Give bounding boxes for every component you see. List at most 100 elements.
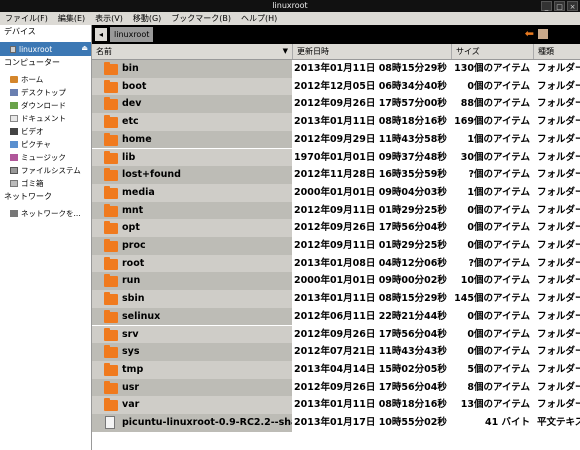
file-row[interactable]: lost+found 2012年11月28日 16時35分59秒 ?個のアイテム フォ… [92, 166, 580, 184]
path-scroll-left-button[interactable]: ◂ [95, 28, 107, 41]
file-name-cell[interactable]: picuntu-linuxroot-0.9-RC2.2--sha [92, 414, 292, 432]
file-type: フォルダー [537, 204, 580, 216]
menu-help[interactable]: ヘルプ(H) [236, 13, 282, 24]
file-name-cell[interactable]: opt [92, 219, 292, 237]
file-row[interactable]: mnt 2012年09月11日 01時29分25秒 0個のアイテム フォルダー [92, 201, 580, 220]
sidebar-item-videos[interactable]: ビデオ [0, 125, 91, 138]
filesystem-icon [10, 167, 18, 174]
file-name-cell[interactable]: tmp [92, 360, 292, 379]
file-name-cell[interactable]: dev [92, 95, 292, 114]
sidebar-item-network[interactable]: ネットワークを... [0, 207, 91, 220]
file-row[interactable]: picuntu-linuxroot-0.9-RC2.2--sha 2013年01月… [92, 414, 580, 432]
file-row[interactable]: sbin 2013年01月11日 08時15分29秒 145個のアイテム フォルダー [92, 290, 580, 308]
file-name-cell[interactable]: usr [92, 378, 292, 397]
file-row[interactable]: var 2013年01月11日 08時18分16秒 13個のアイテム フォルダー [92, 396, 580, 414]
sidebar-item-linuxroot[interactable]: linuxroot ⏏ [0, 42, 91, 56]
file-row[interactable]: run 2000年01月01日 09時00分02秒 10個のアイテム フォルダー [92, 272, 580, 291]
file-row[interactable]: lib 1970年01月01日 09時37分48秒 30個のアイテム フォルダー [92, 148, 580, 167]
sidebar-item-desktop[interactable]: デスクトップ [0, 86, 91, 99]
file-size: 0個のアイテム [467, 346, 530, 358]
file-date: 2012年09月26日 17時56分04秒 [294, 328, 447, 340]
file-row[interactable]: opt 2012年09月26日 17時56分04秒 0個のアイテム フォルダー [92, 219, 580, 237]
file-row[interactable]: home 2012年09月29日 11時43分58秒 1個のアイテム フォルダー [92, 130, 580, 149]
folder-icon [104, 203, 118, 217]
file-row[interactable]: root 2013年01月08日 04時12分06秒 ?個のアイテム フォルダー [92, 254, 580, 273]
sidebar-item-documents[interactable]: ドキュメント [0, 112, 91, 125]
file-row[interactable]: bin 2013年01月11日 08時15分29秒 130個のアイテム フォルダー [92, 60, 580, 78]
file-name: opt [122, 222, 140, 234]
menu-bookmarks[interactable]: ブックマーク(B) [166, 13, 236, 24]
file-size: 0個のアイテム [467, 310, 530, 322]
file-type: フォルダー [537, 346, 580, 358]
file-name-cell[interactable]: sys [92, 343, 292, 361]
file-name-cell[interactable]: home [92, 130, 292, 149]
file-row[interactable]: sys 2012年07月21日 11時43分43秒 0個のアイテム フォルダー [92, 343, 580, 361]
sidebar-item-filesystem[interactable]: ファイルシステム [0, 164, 91, 177]
file-name-cell[interactable]: var [92, 396, 292, 414]
path-button-linuxroot[interactable]: linuxroot [110, 27, 154, 42]
file-date: 2012年09月26日 17時56分04秒 [294, 381, 447, 393]
column-name[interactable]: 名前 ▼ [92, 44, 293, 59]
file-name-cell[interactable]: lost+found [92, 166, 292, 184]
file-date: 2012年09月26日 17時57分00秒 [294, 98, 447, 110]
file-name-cell[interactable]: etc [92, 113, 292, 131]
network-heading: ネットワーク [4, 192, 52, 201]
file-row[interactable]: dev 2012年09月26日 17時57分00秒 88個のアイテム フォルダー [92, 95, 580, 114]
minimize-button[interactable]: _ [541, 1, 552, 11]
close-button[interactable]: × [567, 1, 578, 11]
folder-icon [104, 239, 118, 252]
column-type[interactable]: 種類 [534, 44, 580, 59]
sidebar-item-downloads[interactable]: ダウンロード [0, 99, 91, 112]
file-size: 0個のアイテム [467, 240, 530, 251]
file-size: 13個のアイテム [460, 399, 530, 411]
file-row[interactable]: srv 2012年09月26日 17時56分04秒 0個のアイテム フォルダー [92, 325, 580, 344]
column-size[interactable]: サイズ [452, 44, 534, 59]
folder-icon [104, 345, 118, 359]
file-row[interactable]: boot 2012年12月05日 06時34分40秒 0個のアイテム フォルダー [92, 77, 580, 96]
folder-icon [104, 62, 118, 75]
file-name-cell[interactable]: mnt [92, 201, 292, 220]
sidebar-item-label: linuxroot [19, 44, 53, 54]
file-size: 0個のアイテム [467, 204, 530, 216]
file-name: lib [122, 151, 136, 163]
sort-down-icon: ▼ [282, 47, 288, 55]
file-row[interactable]: selinux 2012年06月11日 22時21分44秒 0個のアイテム フォルダー [92, 307, 580, 326]
file-row[interactable]: proc 2012年09月11日 01時29分25秒 0個のアイテム フォルダー [92, 237, 580, 255]
file-name-cell[interactable]: bin [92, 60, 292, 78]
sidebar-item-music[interactable]: ミュージック [0, 151, 91, 164]
folder-icon [104, 327, 118, 341]
column-date[interactable]: 更新日時 [293, 44, 452, 59]
file-row[interactable]: etc 2013年01月11日 08時18分16秒 169個のアイテム フォルダー [92, 113, 580, 131]
file-name-cell[interactable]: media [92, 183, 292, 202]
eject-icon[interactable]: ⏏ [81, 44, 88, 52]
file-name-cell[interactable]: sbin [92, 290, 292, 308]
file-type: フォルダー [537, 80, 580, 92]
file-name-cell[interactable]: boot [92, 77, 292, 96]
file-name-cell[interactable]: root [92, 254, 292, 273]
file-row[interactable]: media 2000年01月01日 09時04分03秒 1個のアイテム フォルダー [92, 183, 580, 202]
folder-icon [104, 309, 118, 323]
sidebar-item-pictures[interactable]: ピクチャ [0, 138, 91, 151]
back-arrow-icon[interactable]: ⬅ [525, 27, 534, 41]
file-name-cell[interactable]: lib [92, 148, 292, 167]
file-row[interactable]: usr 2012年09月26日 17時56分04秒 8個のアイテム フォルダー [92, 378, 580, 397]
menu-edit[interactable]: 編集(E) [53, 13, 90, 24]
sidebar-item-trash[interactable]: ゴミ箱 [0, 177, 91, 190]
menu-file[interactable]: ファイル(F) [0, 13, 53, 24]
maximize-button[interactable]: □ [554, 1, 565, 11]
file-name-cell[interactable]: srv [92, 325, 292, 344]
file-row[interactable]: tmp 2013年04月14日 15時02分05秒 5個のアイテム フォルダー [92, 360, 580, 379]
file-name-cell[interactable]: proc [92, 237, 292, 255]
file-name-cell[interactable]: selinux [92, 307, 292, 326]
file-name: dev [122, 98, 142, 110]
user-icon[interactable] [538, 29, 548, 39]
file-name-cell[interactable]: run [92, 272, 292, 291]
file-date: 2012年06月11日 22時21分44秒 [294, 310, 447, 322]
file-type: フォルダー [537, 98, 580, 110]
menu-go[interactable]: 移動(G) [128, 13, 166, 24]
sidebar: デバイス linuxroot ⏏ コンピューター ホーム デスクトップ ダウンロ… [0, 25, 92, 450]
sidebar-item-home[interactable]: ホーム [0, 73, 91, 86]
file-type: フォルダー [537, 222, 580, 234]
file-size: 10個のアイテム [460, 275, 530, 287]
menu-view[interactable]: 表示(V) [90, 13, 128, 24]
